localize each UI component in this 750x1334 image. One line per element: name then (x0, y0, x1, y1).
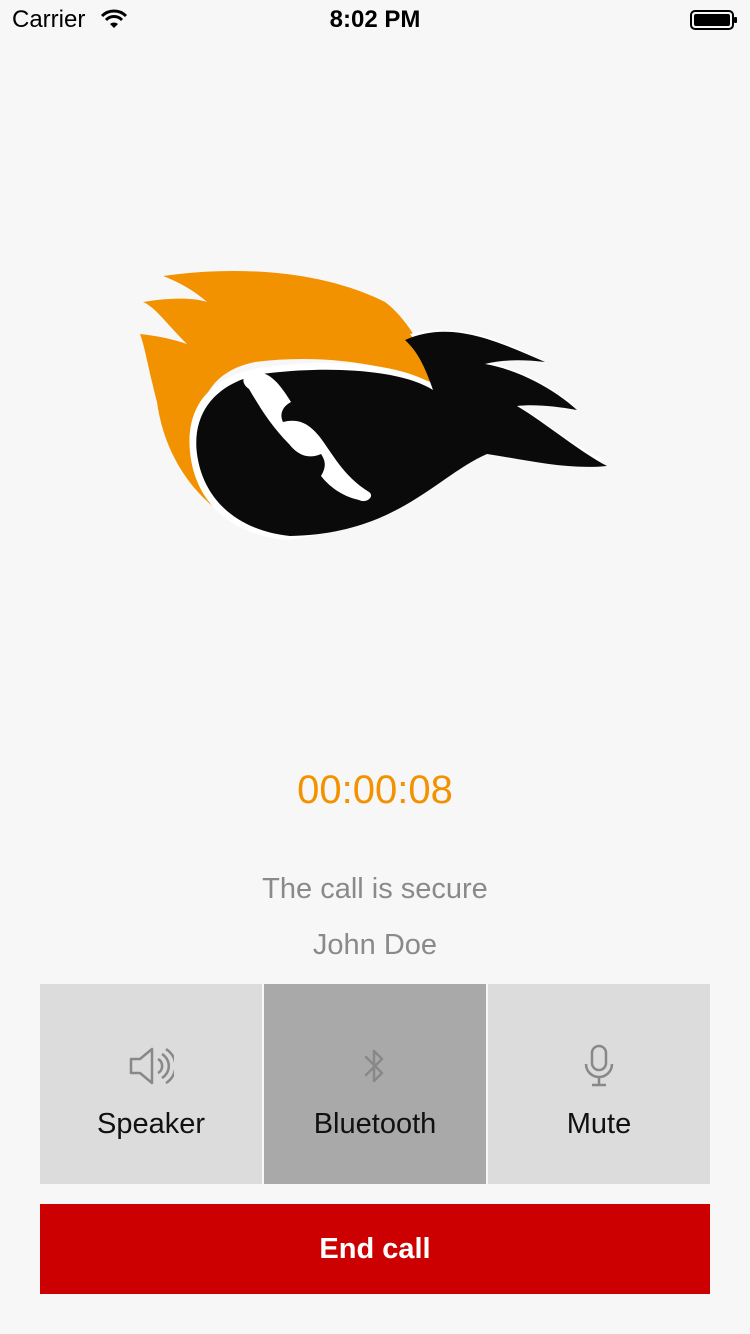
call-timer: 00:00:08 (297, 768, 453, 812)
bluetooth-label: Bluetooth (313, 1108, 437, 1140)
status-time: 8:02 PM (329, 6, 421, 33)
speaker-icon (127, 1042, 175, 1090)
bluetooth-button[interactable]: Bluetooth (264, 984, 486, 1184)
bluetooth-icon (351, 1042, 399, 1090)
call-controls: Speaker Bluetooth Mute (40, 984, 710, 1184)
end-call-button[interactable]: End call (40, 1204, 710, 1294)
call-screen: Carrier 8:02 PM 00:00:08 The call is sec… (0, 0, 750, 1334)
microphone-icon (575, 1042, 623, 1090)
mute-label: Mute (566, 1108, 632, 1140)
security-status: The call is secure (262, 873, 488, 905)
speaker-button[interactable]: Speaker (40, 984, 262, 1184)
contact-name: John Doe (312, 929, 438, 961)
status-bar: Carrier 8:02 PM (0, 0, 750, 40)
battery-icon (690, 10, 737, 30)
mute-button[interactable]: Mute (488, 984, 710, 1184)
speaker-label: Speaker (96, 1108, 205, 1140)
app-logo (140, 270, 608, 540)
